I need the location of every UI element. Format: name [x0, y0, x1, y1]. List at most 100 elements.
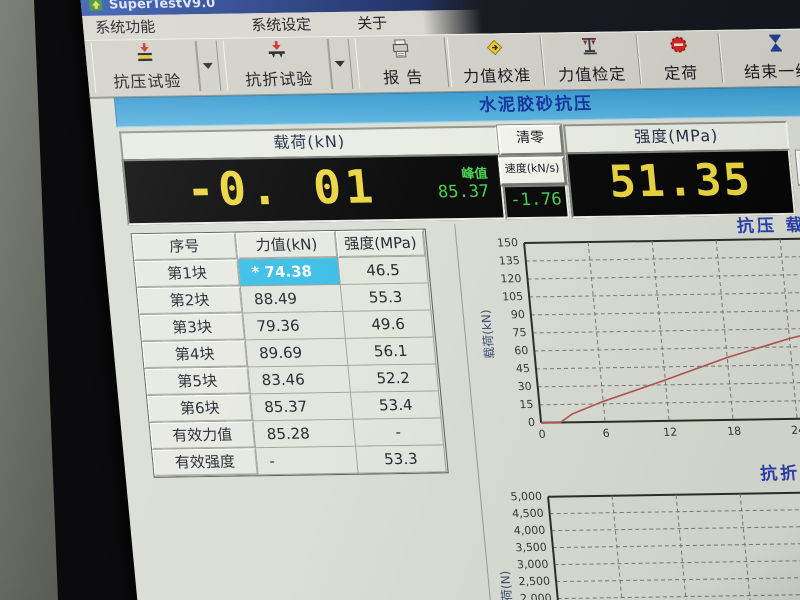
y-axis-tick-label: 135 [483, 254, 520, 268]
chart-plot-area [524, 238, 800, 423]
toolbar-button-label: 力值校准 [462, 61, 532, 86]
flexure-test-icon [264, 40, 290, 64]
peak-label: 峰值 [461, 167, 488, 182]
table-cell-force[interactable]: 85.28 [254, 420, 357, 449]
chart-title: 抗折 载荷 [759, 458, 800, 484]
y-axis-tick-label: 75 [490, 326, 527, 340]
compression-test-dropdown-arrow[interactable] [195, 41, 222, 91]
printer-icon [389, 38, 413, 62]
y-axis-tick-label: 120 [485, 272, 522, 286]
y-axis-tick-label: 90 [488, 308, 525, 322]
force-verify-button[interactable]: 力值检定 [541, 34, 642, 85]
y-axis-tick-label: 30 [495, 380, 532, 394]
table-cell-strength[interactable]: - [354, 418, 445, 446]
photo-of-monitor: SuperTestV9.0 系统功能 系统设定 关于 抗压试验 抗折试验 [0, 0, 800, 600]
y-axis-tick-label: 5,000 [505, 490, 542, 504]
table-row-header: 第3块 [139, 313, 246, 342]
app-icon [88, 0, 103, 12]
table-row-header: 第6块 [147, 394, 254, 423]
table-cell-strength[interactable]: 55.3 [341, 284, 432, 312]
compression-test-icon [132, 42, 158, 66]
peak-readout: 峰值 85.37 [435, 164, 490, 203]
toolbar-button-label: 抗压试验 [112, 67, 182, 92]
table-row-header: 第5块 [144, 367, 251, 396]
table-cell-strength[interactable]: 49.6 [343, 311, 434, 339]
table-row-header: 第4块 [142, 340, 249, 369]
y-axis-tick-label: 15 [497, 398, 534, 412]
flexure-test-dropdown-arrow[interactable] [327, 39, 354, 89]
table-cell-force[interactable]: * 74.38 [238, 258, 341, 287]
toolbar-button-label: 定荷 [663, 59, 699, 84]
report-button[interactable]: 报 告 [355, 37, 450, 88]
y-axis-tick-label: 150 [481, 236, 518, 250]
hold-load-icon [668, 34, 690, 58]
menu-item-about[interactable]: 关于 [350, 13, 394, 34]
toolbar-button-label: 结束一组 [743, 57, 800, 82]
peak-value: 85.37 [437, 182, 490, 203]
table-cell-strength[interactable]: 52.2 [348, 364, 439, 392]
table-cell-strength[interactable]: 53.4 [351, 391, 442, 419]
y-axis-tick-label: 2,500 [513, 575, 550, 589]
table-row-header: 第1块 [134, 260, 241, 289]
table-cell-force[interactable]: 88.49 [241, 285, 344, 314]
y-axis-tick-label: 105 [487, 290, 524, 304]
column-header-strength: 强度(MPa) [336, 230, 427, 258]
force-calibrate-button[interactable]: 力值校准 [447, 36, 546, 87]
x-axis-tick-label: 24 [786, 424, 800, 437]
flexure-load-chart: 抗折 载荷 载荷(N) 05001,0001,5002,0002,5003,00… [481, 457, 800, 600]
table-cell-force[interactable]: 85.37 [251, 393, 354, 422]
table-cell-strength[interactable]: 46.5 [338, 257, 429, 285]
y-axis-tick-label: 2,000 [515, 592, 552, 600]
table-cell-strength[interactable]: 53.3 [356, 445, 447, 473]
y-axis-tick-label: 45 [493, 362, 530, 376]
table-cell-force[interactable]: 79.36 [243, 312, 346, 341]
toolbar-button-label: 抗折试验 [244, 65, 314, 90]
table-cell-force[interactable]: - [256, 447, 359, 476]
flexure-test-button[interactable]: 抗折试验 [223, 39, 334, 91]
end-group-icon [765, 32, 787, 56]
y-axis-tick-label: 4,500 [507, 507, 544, 521]
x-axis-tick-label: 0 [530, 428, 555, 441]
results-table: 序号 力值(kN) 强度(MPa) 第1块* 74.3846.5 第2块88.49… [131, 229, 449, 478]
table-row-header: 第2块 [137, 287, 244, 316]
load-value: -0. 01 [154, 159, 409, 217]
table-cell-force[interactable]: 83.46 [248, 366, 351, 395]
force-verify-icon [578, 35, 602, 59]
wall-background [0, 0, 62, 600]
monitor-screen: SuperTestV9.0 系统功能 系统设定 关于 抗压试验 抗折试验 [80, 0, 800, 600]
table-row-header: 有效力值 [150, 421, 257, 450]
load-led-display: -0. 01 峰值 85.37 [122, 153, 506, 225]
speed-value: -1.76 [505, 186, 567, 213]
window-title: SuperTestV9.0 [108, 0, 216, 12]
table-cell-strength[interactable]: 56.1 [346, 337, 437, 365]
x-axis-tick-label: 18 [722, 425, 747, 438]
strength-led-display: 51.35 [566, 149, 796, 218]
column-header-index: 序号 [132, 233, 239, 262]
chart-plot-area [548, 491, 800, 600]
x-axis-tick-label: 12 [658, 426, 683, 439]
chart-data-line [533, 333, 800, 423]
end-group-button[interactable]: 结束一组 [719, 31, 800, 83]
compression-test-button[interactable]: 抗压试验 [91, 41, 202, 93]
section-header-title: 水泥胶砂抗压 [478, 94, 594, 116]
menu-item-system-functions[interactable]: 系统功能 [88, 17, 162, 38]
zero-clear-button[interactable]: 清零 [497, 124, 564, 155]
speed-label: 速度(kN/s) [498, 156, 567, 185]
x-axis-tick-label: 6 [594, 427, 619, 440]
y-axis-tick-label: 4,000 [509, 524, 546, 538]
chart-title: 抗压 载荷 [735, 210, 800, 236]
hold-load-button[interactable]: 定荷 [637, 33, 724, 84]
table-cell-force[interactable]: 89.69 [246, 339, 349, 368]
menu-item-system-settings[interactable]: 系统设定 [244, 14, 318, 35]
column-header-force: 力值(kN) [236, 231, 339, 260]
y-axis-tick-label: 3,000 [512, 558, 549, 572]
y-axis-tick-label: 60 [492, 344, 529, 358]
table-row: 有效强度-53.3 [152, 445, 448, 477]
table-row-header: 有效强度 [152, 448, 259, 477]
strength-value: 51.35 [568, 151, 793, 212]
toolbar-button-label: 报 告 [382, 63, 424, 88]
toolbar-button-label: 力值检定 [557, 60, 627, 85]
compression-load-chart: 抗压 载荷 载荷(kN) 015304560759010512013515006… [457, 210, 800, 462]
partial-button-cut-off[interactable] [796, 150, 800, 185]
force-calibrate-icon [484, 37, 506, 61]
